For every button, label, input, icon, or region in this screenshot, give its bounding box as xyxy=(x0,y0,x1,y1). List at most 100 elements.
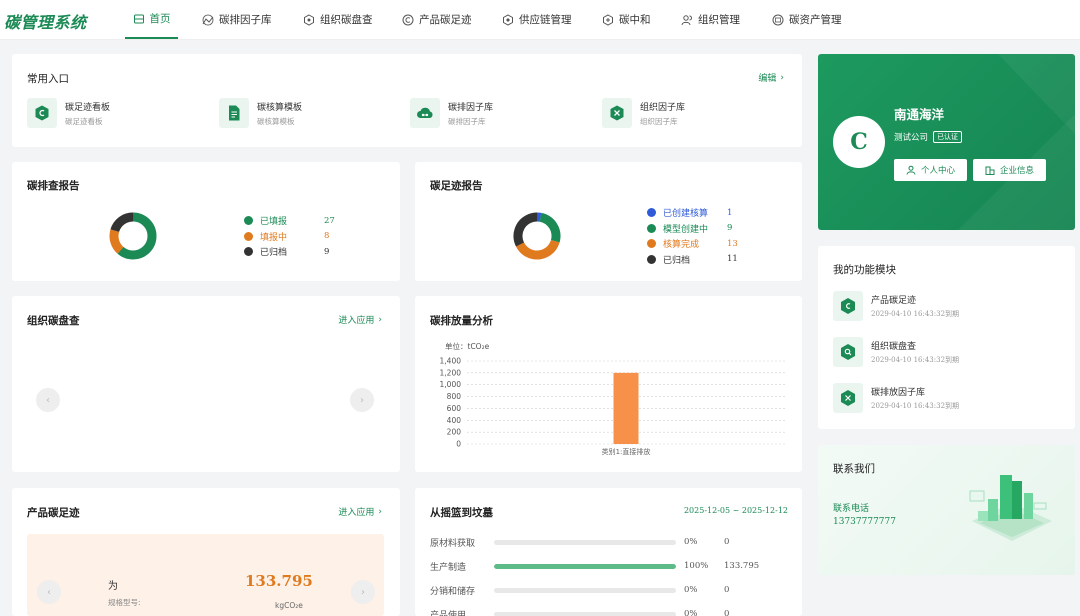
nav-label: 供应链管理 xyxy=(519,14,572,26)
company-info: 测试公司 已认证 xyxy=(894,131,963,143)
stage-label: 原材料获取 xyxy=(430,538,476,549)
nav-supply-chain[interactable]: 供应链管理 xyxy=(502,0,572,39)
legend-dot xyxy=(244,216,253,226)
carousel-next-button[interactable]: › xyxy=(350,388,374,412)
module-title: 组织碳盘查 xyxy=(871,342,917,352)
card-title: 碳足迹报告 xyxy=(430,180,483,192)
inventory-donut-chart xyxy=(109,212,157,260)
nav-carbon-neutral[interactable]: 碳中和 xyxy=(602,0,651,39)
org-inventory-icon xyxy=(833,337,863,367)
quick-entry-factor-library[interactable]: 碳排因子库 碳排因子库 xyxy=(410,98,493,128)
legend-item[interactable]: 填报中 8 xyxy=(244,229,335,245)
nav-label: 首页 xyxy=(149,13,171,25)
card-title: 联系我们 xyxy=(833,463,875,475)
product-carousel: ‹ 为 规格型号: 133.795 kgCO₂e › xyxy=(27,534,384,616)
edit-link[interactable]: 编辑 › xyxy=(758,71,784,85)
company-name: 测试公司 xyxy=(894,133,929,143)
user-profile-card: C 南通海洋 测试公司 已认证 个人中心 企业信息 xyxy=(818,54,1075,230)
module-item-product-footprint[interactable]: 产品碳足迹 2029-04-10 16:43:32到期 xyxy=(833,291,959,321)
factor-library-icon xyxy=(833,383,863,413)
quick-entry-footprint-board[interactable]: 碳足迹看板 碳足迹看板 xyxy=(27,98,110,128)
legend-value: 9 xyxy=(324,246,330,257)
card-title: 碳排放量分析 xyxy=(430,315,493,327)
emission-bar-chart: 单位：tCO₂e 0 200 400 600 800 1,000 1,200 1,400 类别1… xyxy=(440,341,785,456)
enter-app-link[interactable]: 进入应用 › xyxy=(338,313,382,327)
chevron-left-icon: ‹ xyxy=(47,586,51,598)
stage-label: 分销和储存 xyxy=(430,586,476,597)
module-item-factor-library[interactable]: 碳排放因子库 2029-04-10 16:43:32到期 xyxy=(833,383,959,413)
legend-dot xyxy=(647,208,656,218)
card-title: 产品碳足迹 xyxy=(27,507,80,519)
legend-dot xyxy=(244,247,253,257)
user-name: 南通海洋 xyxy=(894,107,945,122)
legend-item[interactable]: 已创建核算 1 xyxy=(647,205,738,221)
nav-label: 碳中和 xyxy=(619,14,651,26)
legend-dot xyxy=(647,239,656,249)
entry-subtitle: 组织因子库 xyxy=(640,116,678,126)
nav-label: 产品碳足迹 xyxy=(419,14,472,26)
product-footprint-icon xyxy=(833,291,863,321)
legend-item[interactable]: 已归档 9 xyxy=(244,244,335,260)
carousel-prev-button[interactable]: ‹ xyxy=(37,580,61,604)
inventory-report-card: 碳排查报告 已填报 27 填报中 8 已归档 9 xyxy=(12,162,400,281)
quick-entry-org-factor[interactable]: 组织因子库 组织因子库 xyxy=(602,98,685,128)
legend-label: 核算完成 xyxy=(663,240,700,251)
entry-subtitle: 碳足迹看板 xyxy=(65,116,103,126)
legend-value: 1 xyxy=(727,207,733,218)
stage-label: 产品使用 xyxy=(430,610,467,616)
personal-center-button[interactable]: 个人中心 xyxy=(894,159,967,181)
carousel-next-button[interactable]: › xyxy=(351,580,375,604)
enter-app-link[interactable]: 进入应用 › xyxy=(338,505,382,519)
nav-org-inventory[interactable]: 组织碳盘查 xyxy=(303,0,373,39)
stage-percent: 0% xyxy=(684,609,698,616)
org-inventory-card: 组织碳盘查 进入应用 › ‹ › xyxy=(12,296,400,472)
legend-item[interactable]: 模型创建中 9 xyxy=(647,221,738,237)
product-footprint-value: 133.795 xyxy=(245,572,313,590)
neutral-icon xyxy=(603,13,613,26)
personal-center-label: 个人中心 xyxy=(920,166,955,176)
verified-badge: 已认证 xyxy=(933,131,963,143)
nav-product-footprint[interactable]: 产品碳足迹 xyxy=(402,0,472,39)
quick-entry-template[interactable]: 碳核算模板 碳核算模板 xyxy=(219,98,302,128)
card-title: 组织碳盘查 xyxy=(27,315,80,327)
stage-percent: 0% xyxy=(684,585,698,595)
building-icon xyxy=(985,166,995,175)
legend-item[interactable]: 已填报 27 xyxy=(244,213,335,229)
lifecycle-row: 产品使用 0% 0 xyxy=(430,607,729,616)
nav-carbon-assets[interactable]: 碳资产管理 xyxy=(772,0,842,39)
legend-item[interactable]: 核算完成 13 xyxy=(647,236,738,252)
y-tick-label: 600 xyxy=(447,404,462,413)
org-factor-icon xyxy=(602,98,632,128)
bar[interactable] xyxy=(613,372,639,444)
stage-value: 133.795 xyxy=(724,561,760,571)
enter-app-label: 进入应用 xyxy=(338,316,375,326)
lifecycle-card: 从摇篮到坟墓 2025-12-05 ~ 2025-12-12 原材料获取 0% … xyxy=(415,488,802,616)
stage-progress-bar xyxy=(494,539,676,545)
chevron-right-icon: › xyxy=(378,506,382,517)
entry-title: 组织因子库 xyxy=(640,102,686,113)
nav-home[interactable]: 首页 xyxy=(125,0,178,39)
legend-label: 模型创建中 xyxy=(663,224,709,235)
legend-value: 27 xyxy=(324,215,335,226)
module-expire: 2029-04-10 16:43:32到期 xyxy=(871,310,960,318)
module-expire: 2029-04-10 16:43:32到期 xyxy=(871,402,960,410)
module-item-org-inventory[interactable]: 组织碳盘查 2029-04-10 16:43:32到期 xyxy=(833,337,959,367)
carousel-prev-button[interactable]: ‹ xyxy=(36,388,60,412)
chevron-right-icon: › xyxy=(378,314,382,325)
avatar[interactable]: C xyxy=(833,116,885,168)
nav-factor-library[interactable]: 碳排因子库 xyxy=(202,0,272,39)
date-range[interactable]: 2025-12-05 ~ 2025-12-12 xyxy=(684,506,788,515)
nav-org-management[interactable]: 组织管理 xyxy=(681,0,740,39)
legend-item[interactable]: 已归档 11 xyxy=(647,252,738,268)
legend-label: 已归档 xyxy=(663,255,691,266)
phone-number[interactable]: 13737777777 xyxy=(833,517,896,527)
legend-label: 已归档 xyxy=(260,248,288,259)
card-title: 我的功能模块 xyxy=(833,264,896,276)
company-info-button[interactable]: 企业信息 xyxy=(973,159,1046,181)
y-tick-label: 400 xyxy=(447,416,462,425)
supply-chain-icon xyxy=(503,13,513,26)
product-name: 为 xyxy=(108,581,118,592)
y-tick-label: 1,200 xyxy=(440,368,462,377)
stage-value: 0 xyxy=(724,609,730,616)
legend-label: 已创建核算 xyxy=(663,209,709,220)
